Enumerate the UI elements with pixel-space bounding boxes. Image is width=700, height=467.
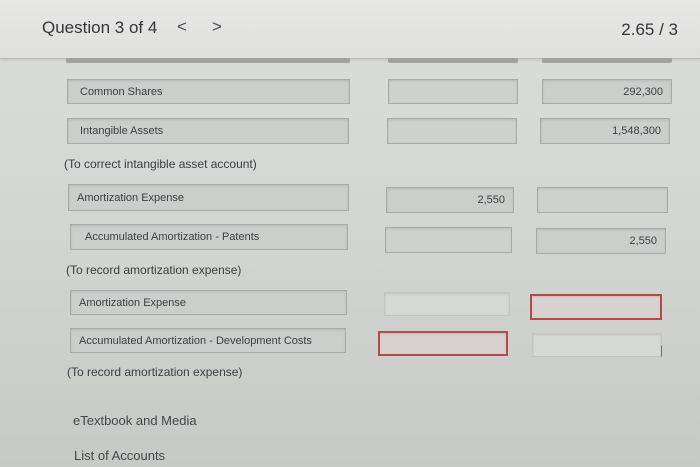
credit-amount: 2,550 — [629, 235, 657, 247]
etextbook-link[interactable]: eTextbook and Media — [73, 413, 197, 428]
account-field-amortization-expense-2[interactable]: Amortization Expense — [70, 290, 347, 315]
explanation-note: (To correct intangible asset account) — [64, 157, 257, 171]
credit-field-intangible-assets[interactable]: 1,548,300 — [540, 118, 670, 144]
question-page: Question 3 of 4 < > 2.65 / 3 Common Shar… — [0, 0, 700, 467]
account-text: Common Shares — [80, 85, 163, 98]
debit-amount: 2,550 — [477, 194, 505, 206]
debit-field-amortization-expense[interactable]: 2,550 — [386, 187, 514, 213]
question-header: Question 3 of 4 < > 2.65 / 3 — [0, 0, 700, 59]
question-counter: Question 3 of 4 — [42, 18, 158, 37]
text-cursor-icon: | — [660, 343, 664, 357]
account-text: Amortization Expense — [77, 191, 184, 204]
credit-field-accumulated-amortization-development-costs[interactable] — [532, 333, 662, 357]
debit-field-partial[interactable] — [388, 58, 518, 63]
debit-field-accumulated-amortization-development-costs[interactable] — [378, 331, 508, 356]
debit-field-common-shares[interactable] — [388, 79, 518, 104]
question-score: 2.65 / 3 — [621, 20, 678, 39]
account-field-intangible-assets[interactable]: Intangible Assets — [67, 118, 349, 144]
account-field-accumulated-amortization-development-costs[interactable]: Accumulated Amortization - Development C… — [70, 328, 346, 353]
debit-field-amortization-expense-2[interactable] — [384, 292, 510, 316]
account-text: Accumulated Amortization - Development C… — [79, 334, 312, 347]
explanation-note: (To record amortization expense) — [67, 365, 243, 379]
account-text: Amortization Expense — [79, 296, 186, 309]
previous-question-icon[interactable]: < — [177, 17, 187, 37]
credit-amount: 292,300 — [623, 85, 663, 98]
account-field-common-shares[interactable]: Common Shares — [67, 79, 350, 104]
credit-field-accumulated-amortization-patents[interactable]: 2,550 — [536, 228, 666, 254]
credit-amount: 1,548,300 — [612, 125, 661, 137]
explanation-note: (To record amortization expense) — [66, 263, 242, 277]
list-of-accounts-link[interactable]: List of Accounts — [74, 448, 165, 463]
account-text: Intangible Assets — [80, 125, 164, 137]
account-field-partial[interactable] — [66, 58, 350, 63]
debit-field-intangible-assets[interactable] — [387, 118, 517, 144]
credit-field-partial[interactable] — [542, 58, 672, 63]
account-field-amortization-expense[interactable]: Amortization Expense — [68, 184, 349, 211]
next-question-icon[interactable]: > — [212, 17, 222, 37]
account-field-accumulated-amortization-patents[interactable]: Accumulated Amortization - Patents — [70, 224, 348, 250]
credit-field-amortization-expense[interactable] — [537, 187, 668, 213]
credit-field-common-shares[interactable]: 292,300 — [542, 79, 672, 104]
account-text: Accumulated Amortization - Patents — [85, 231, 260, 243]
credit-field-amortization-expense-2[interactable] — [530, 294, 662, 320]
debit-field-accumulated-amortization-patents[interactable] — [385, 227, 512, 253]
